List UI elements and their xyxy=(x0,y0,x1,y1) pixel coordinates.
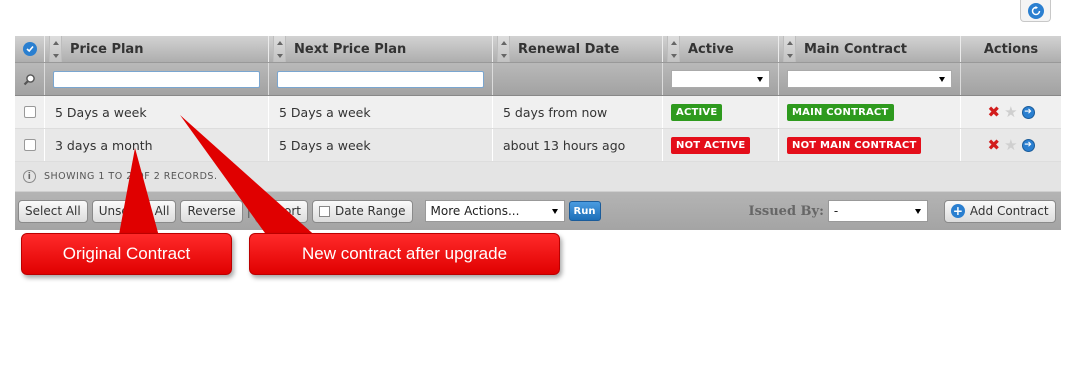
check-all-icon xyxy=(22,42,37,56)
page: Price Plan Next Price Plan Renewal Date … xyxy=(0,0,1075,381)
cell-next-price-plan: 5 Days a week xyxy=(269,96,493,128)
add-contract-button[interactable]: + Add Contract xyxy=(943,199,1056,223)
date-range-label: Date Range xyxy=(335,204,406,218)
cell-price-plan: 3 days a month xyxy=(45,129,269,161)
status-badge: NOT ACTIVE xyxy=(671,136,751,154)
run-button[interactable]: Run xyxy=(568,201,601,221)
open-arrow-icon[interactable]: ➔ xyxy=(1021,105,1035,119)
cell-renewal-date: about 13 hours ago xyxy=(493,129,663,161)
delete-icon[interactable]: ✖ xyxy=(987,137,1000,153)
status-badge: ACTIVE xyxy=(671,103,723,121)
cell-actions: ✖ ★ ➔ xyxy=(961,96,1061,128)
info-icon: i xyxy=(23,170,36,183)
filter-price-plan-cell xyxy=(45,63,269,95)
cell-active: NOT ACTIVE xyxy=(663,129,779,161)
original-contract-callout: Original Contract xyxy=(21,233,232,275)
cell-next-price-plan: 5 Days a week xyxy=(269,129,493,161)
row-checkbox[interactable] xyxy=(23,106,36,118)
delete-icon[interactable]: ✖ xyxy=(987,104,1000,120)
filter-renewal-date-cell xyxy=(493,63,663,95)
export-button[interactable]: Export xyxy=(254,199,309,223)
select-all-header[interactable] xyxy=(15,36,45,62)
unselect-all-button[interactable]: Unselect All xyxy=(91,199,177,223)
sort-arrows-icon[interactable] xyxy=(667,36,680,62)
date-range-toggle[interactable]: Date Range xyxy=(312,199,413,223)
reverse-button[interactable]: Reverse xyxy=(180,199,243,223)
toolbar-separator: | xyxy=(246,204,251,218)
filter-main-contract-cell xyxy=(779,63,961,95)
refresh-icon xyxy=(1027,2,1044,19)
select-all-button[interactable]: Select All xyxy=(18,199,88,223)
col-header-actions: Actions xyxy=(983,41,1039,57)
records-count-text: SHOWING 1 TO 2 OF 2 RECORDS. xyxy=(44,171,218,182)
plus-icon: + xyxy=(950,204,965,218)
filter-actions-cell xyxy=(961,63,1061,95)
cell-main-contract: MAIN CONTRACT xyxy=(779,96,961,128)
cell-actions: ✖ ★ ➔ xyxy=(961,129,1061,161)
magnifier-icon xyxy=(23,73,35,85)
col-header-renewal-date[interactable]: Renewal Date xyxy=(493,36,663,62)
contracts-grid: Price Plan Next Price Plan Renewal Date … xyxy=(15,36,1061,230)
main-contract-badge: NOT MAIN CONTRACT xyxy=(787,136,922,154)
date-range-checkbox[interactable] xyxy=(319,205,331,217)
issued-by-select[interactable]: - xyxy=(827,200,928,222)
row-checkbox[interactable] xyxy=(23,139,36,151)
col-header-price-plan[interactable]: Price Plan xyxy=(45,36,269,62)
row-select-cell xyxy=(15,129,45,161)
col-header-next-price-plan[interactable]: Next Price Plan xyxy=(269,36,493,62)
col-header-main-contract[interactable]: Main Contract xyxy=(779,36,961,62)
table-row[interactable]: 3 days a month 5 Days a week about 13 ho… xyxy=(15,129,1061,162)
filter-next-price-plan-cell xyxy=(269,63,493,95)
grid-header: Price Plan Next Price Plan Renewal Date … xyxy=(15,36,1061,63)
sort-arrows-icon[interactable] xyxy=(497,36,510,62)
sort-arrows-icon[interactable] xyxy=(49,36,62,62)
issued-by-label: Issued By: xyxy=(748,203,824,219)
row-select-cell xyxy=(15,96,45,128)
col-header-active[interactable]: Active xyxy=(663,36,779,62)
cell-renewal-date: 5 days from now xyxy=(493,96,663,128)
star-icon[interactable]: ★ xyxy=(1004,104,1017,120)
filter-active-select[interactable] xyxy=(671,70,770,88)
filter-active-cell xyxy=(663,63,779,95)
add-contract-label: Add Contract xyxy=(969,204,1049,218)
sort-arrows-icon[interactable] xyxy=(783,36,796,62)
cell-price-plan: 5 Days a week xyxy=(45,96,269,128)
star-icon[interactable]: ★ xyxy=(1004,137,1017,153)
refresh-button[interactable] xyxy=(1020,0,1051,22)
main-contract-badge: MAIN CONTRACT xyxy=(787,103,894,121)
more-actions-select[interactable]: More Actions... xyxy=(424,200,565,222)
filter-main-contract-select[interactable] xyxy=(787,70,952,88)
filter-row xyxy=(15,63,1061,96)
table-row[interactable]: 5 Days a week 5 Days a week 5 days from … xyxy=(15,96,1061,129)
filter-search-cell xyxy=(15,63,45,95)
new-contract-callout: New contract after upgrade xyxy=(249,233,560,275)
grid-toolbar: Select All Unselect All Reverse | Export… xyxy=(15,192,1061,230)
filter-price-plan-input[interactable] xyxy=(53,70,260,88)
cell-main-contract: NOT MAIN CONTRACT xyxy=(779,129,961,161)
open-arrow-icon[interactable]: ➔ xyxy=(1021,138,1035,152)
records-status-bar: i SHOWING 1 TO 2 OF 2 RECORDS. xyxy=(15,162,1061,192)
sort-arrows-icon[interactable] xyxy=(273,36,286,62)
cell-active: ACTIVE xyxy=(663,96,779,128)
filter-next-price-plan-input[interactable] xyxy=(277,70,484,88)
